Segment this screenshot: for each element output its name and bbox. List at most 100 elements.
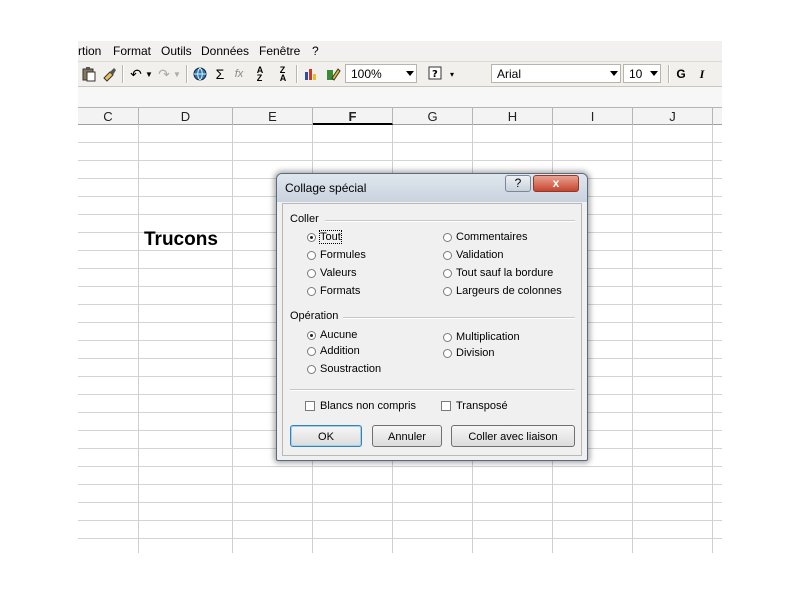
radio-button <box>443 332 452 342</box>
checkbox-label: Blancs non compris <box>320 400 416 412</box>
radio-button <box>443 232 452 242</box>
chevron-down-icon <box>610 71 618 76</box>
chart-wizard-icon[interactable] <box>302 64 320 84</box>
redo-dropdown-icon[interactable]: ▼ <box>172 64 182 84</box>
radio-label: Soustraction <box>320 363 382 375</box>
radio-label: Multiplication <box>456 331 520 343</box>
help-icon[interactable]: ? <box>427 64 445 84</box>
chevron-down-icon <box>406 71 414 76</box>
radio-division[interactable]: Division <box>443 347 495 359</box>
radio-largeurs-colonnes[interactable]: Largeurs de colonnes <box>443 285 562 297</box>
menu-insertion[interactable]: rtion <box>78 44 101 58</box>
column-header-h[interactable]: H <box>473 108 553 125</box>
radio-label: Valeurs <box>320 267 357 279</box>
undo-icon[interactable]: ↶ <box>128 64 144 84</box>
toolbar-options-icon[interactable]: ▾ <box>447 64 457 84</box>
toolbar-separator <box>122 65 124 83</box>
zoom-value: 100% <box>351 67 382 81</box>
menu-bar: rtion Format Outils Données Fenêtre ? <box>78 41 722 62</box>
radio-addition[interactable]: Addition <box>307 345 360 357</box>
grid-line <box>632 125 633 553</box>
radio-commentaires[interactable]: Commentaires <box>443 231 528 243</box>
radio-aucune[interactable]: Aucune <box>307 329 357 341</box>
format-painter-icon[interactable] <box>100 64 118 84</box>
cell-d8-text[interactable]: Trucons <box>144 229 218 251</box>
svg-text:?: ? <box>432 69 438 80</box>
radio-label: Aucune <box>320 329 358 341</box>
sort-ascending-icon[interactable]: AZ <box>250 64 270 84</box>
grid-line <box>232 125 233 553</box>
radio-formats[interactable]: Formats <box>307 285 360 297</box>
grid-line <box>138 125 139 553</box>
paste-icon[interactable] <box>80 64 98 84</box>
autosum-icon[interactable]: Σ <box>212 64 228 84</box>
radio-multiplication[interactable]: Multiplication <box>443 331 520 343</box>
redo-icon[interactable]: ↷ <box>156 64 172 84</box>
undo-dropdown-icon[interactable]: ▼ <box>144 64 154 84</box>
bold-button[interactable]: G <box>673 64 689 84</box>
radio-button <box>307 286 316 296</box>
column-header-d[interactable]: D <box>139 108 233 125</box>
checkbox-transpose[interactable]: Transposé <box>441 400 508 412</box>
menu-help[interactable]: ? <box>312 44 319 58</box>
hyperlink-globe-icon[interactable] <box>191 64 209 84</box>
drawing-icon[interactable] <box>324 64 342 84</box>
dialog-titlebar[interactable]: Collage spécial ? x <box>277 174 587 202</box>
zoom-select[interactable]: 100% <box>345 64 417 83</box>
group-divider <box>343 317 575 319</box>
column-header-g[interactable]: G <box>393 108 473 125</box>
radio-label: Largeurs de colonnes <box>456 285 562 297</box>
radio-tout-sauf-bordure[interactable]: Tout sauf la bordure <box>443 267 553 279</box>
column-header-i[interactable]: I <box>553 108 633 125</box>
menu-fenetre[interactable]: Fenêtre <box>259 44 300 58</box>
font-size-value: 10 <box>629 67 643 81</box>
paste-special-dialog: Collage spécial ? x Coller Tout Formules… <box>276 173 588 461</box>
radio-soustraction[interactable]: Soustraction <box>307 363 381 375</box>
column-header-f[interactable]: F <box>313 108 393 125</box>
column-header-e[interactable]: E <box>233 108 313 125</box>
radio-validation[interactable]: Validation <box>443 249 504 261</box>
radio-label: Formules <box>320 249 366 261</box>
radio-button <box>307 330 316 340</box>
column-header-j[interactable]: J <box>633 108 713 125</box>
group-divider <box>325 220 575 222</box>
font-name-select[interactable]: Arial <box>491 64 621 83</box>
radio-label: Tout sauf la bordure <box>456 267 554 279</box>
paste-link-button[interactable]: Coller avec liaison <box>451 425 575 447</box>
checkbox <box>305 401 315 411</box>
checkbox <box>441 401 451 411</box>
radio-button <box>307 268 316 278</box>
sort-descending-icon[interactable]: ZA <box>273 64 293 84</box>
group-label-operation: Opération <box>290 310 339 322</box>
dialog-title: Collage spécial <box>285 181 367 195</box>
column-header-c[interactable]: C <box>78 108 139 125</box>
radio-button <box>443 250 452 260</box>
function-icon[interactable]: fx <box>230 64 248 84</box>
chevron-down-icon <box>650 71 658 76</box>
menu-donnees[interactable]: Données <box>201 44 249 58</box>
font-name-value: Arial <box>497 67 522 81</box>
ok-button[interactable]: OK <box>290 425 362 447</box>
checkbox-blancs-non-compris[interactable]: Blancs non compris <box>305 400 416 412</box>
radio-label: Commentaires <box>456 231 528 243</box>
radio-button <box>443 268 452 278</box>
group-label-coller: Coller <box>290 213 319 225</box>
radio-button <box>307 346 316 356</box>
toolbar: ↶ ▼ ↷ ▼ Σ fx AZ ZA 100% ? ▾ Arial 10 G I <box>78 62 722 87</box>
font-size-select[interactable]: 10 <box>623 64 661 83</box>
menu-format[interactable]: Format <box>113 44 151 58</box>
menu-outils[interactable]: Outils <box>161 44 192 58</box>
help-button[interactable]: ? <box>505 175 531 192</box>
toolbar-separator <box>186 65 188 83</box>
toolbar-separator <box>296 65 298 83</box>
close-button[interactable]: x <box>533 175 579 192</box>
cancel-button[interactable]: Annuler <box>372 425 442 447</box>
radio-label: Validation <box>456 249 504 261</box>
radio-button <box>307 364 316 374</box>
italic-button[interactable]: I <box>694 64 710 84</box>
radio-formules[interactable]: Formules <box>307 249 366 261</box>
radio-button <box>443 286 452 296</box>
radio-tout[interactable]: Tout <box>307 230 342 244</box>
radio-valeurs[interactable]: Valeurs <box>307 267 356 279</box>
checkbox-label: Transposé <box>456 400 508 412</box>
